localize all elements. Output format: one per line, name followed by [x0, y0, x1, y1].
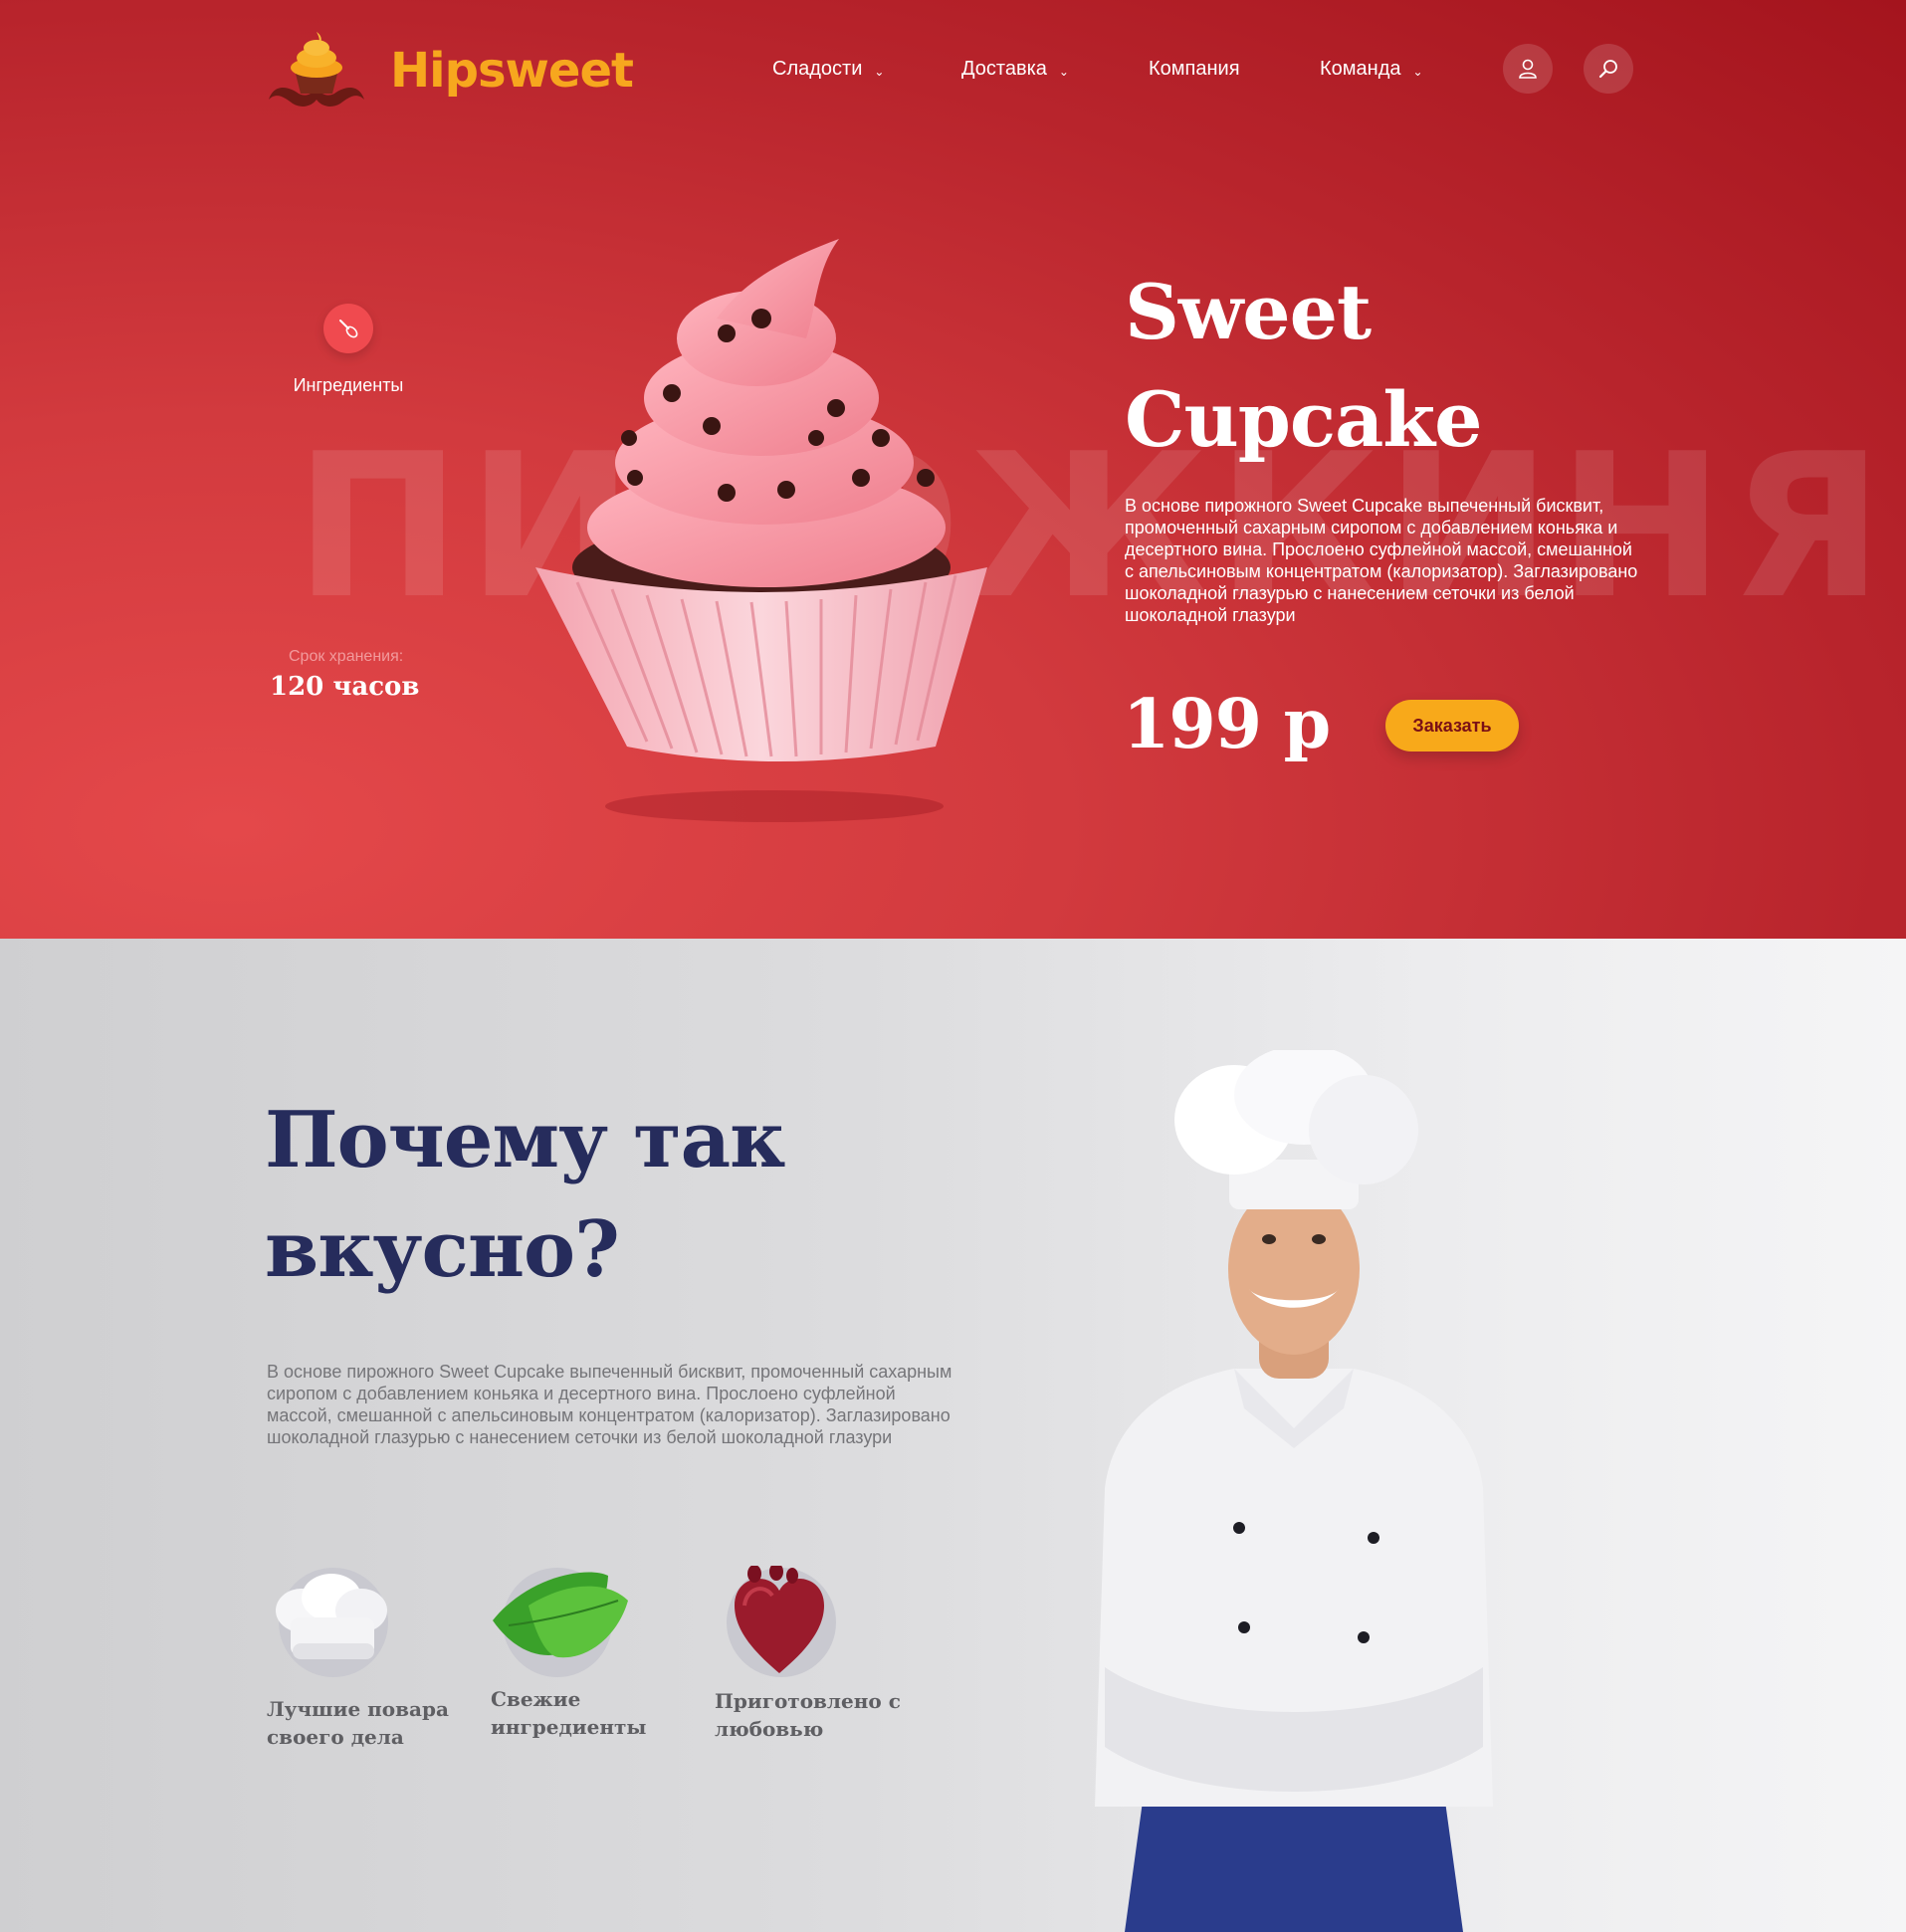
why-section: Почему так вкусно? В основе пирожного Sw… [0, 939, 1906, 1932]
product-description: В основе пирожного Sweet Cupcake выпечен… [1125, 496, 1638, 625]
brand-logo[interactable]: Hipsweet [265, 26, 634, 115]
why-description: В основе пирожного Sweet Cupcake выпечен… [267, 1362, 953, 1447]
search-button[interactable] [1584, 44, 1633, 94]
search-icon [1598, 60, 1617, 79]
chevron-down-icon: ⌄ [1058, 64, 1069, 79]
shelf-life: Срок хранения: 120 часов [270, 648, 419, 702]
why-title-line2: вкусно? [265, 1204, 620, 1295]
nav-item-label: Команда [1320, 58, 1401, 80]
feature-label: Свежие ингредиенты [491, 1685, 690, 1741]
whisk-icon [323, 304, 373, 353]
ingredients-label: Ингредиенты [293, 375, 404, 395]
feature-best-chefs: Лучшие повара своего дела [267, 1566, 466, 1751]
account-button[interactable] [1503, 44, 1553, 94]
nav-item-label: Сладости [772, 58, 863, 80]
feature-made-with-love: Приготовлено с любовью [715, 1566, 914, 1743]
nav-item-company[interactable]: Компания [1149, 58, 1320, 81]
feature-fresh-ingredients: Свежие ингредиенты [491, 1566, 690, 1741]
nav-item-delivery[interactable]: Доставка ⌄ [961, 58, 1149, 81]
brand-name: Hipsweet [390, 43, 634, 99]
main-nav: Сладости ⌄ Доставка ⌄ Компания Команда ⌄ [772, 58, 1459, 81]
nav-item-label: Доставка [961, 58, 1047, 80]
order-button[interactable]: Заказать [1385, 700, 1519, 751]
product-price: 199 р [1123, 685, 1331, 764]
feature-label: Приготовлено с любовью [715, 1687, 914, 1743]
cupcake-mustache-icon [265, 28, 368, 113]
ingredients-button[interactable]: Ингредиенты [293, 304, 404, 396]
feature-label-line2: ингредиенты [491, 1715, 647, 1739]
hero-section: ПИРОЖКИНЯ Hipsweet Сладости ⌄ Доставка ⌄… [0, 0, 1906, 939]
product-title-line1: Sweet [1125, 268, 1372, 356]
chevron-down-icon: ⌄ [1412, 64, 1423, 79]
product-title: Sweet Cupcake [1125, 259, 1482, 474]
nav-item-team[interactable]: Команда ⌄ [1320, 58, 1459, 81]
product-title-line2: Cupcake [1125, 375, 1482, 464]
leaf-icon [491, 1566, 628, 1683]
cupcake-image [518, 239, 1005, 836]
feature-label-line2: любовью [715, 1717, 824, 1741]
shelf-life-value: 120 часов [270, 672, 420, 702]
why-title: Почему так вкусно? [265, 1086, 785, 1305]
chevron-down-icon: ⌄ [874, 64, 885, 79]
heart-icon [715, 1566, 836, 1683]
chef-hat-icon [267, 1566, 388, 1683]
shelf-life-label: Срок хранения: [289, 648, 404, 665]
feature-label-line1: Свежие [491, 1687, 581, 1711]
why-title-line1: Почему так [265, 1095, 785, 1185]
chef-image [1045, 1045, 1543, 1932]
feature-label-line1: Приготовлено с [715, 1689, 901, 1713]
nav-item-sweets[interactable]: Сладости ⌄ [772, 58, 961, 81]
user-icon [1519, 59, 1537, 79]
nav-item-label: Компания [1149, 58, 1240, 80]
feature-label: Лучшие повара своего дела [267, 1695, 466, 1751]
feature-label-line1: Лучшие повара [267, 1697, 449, 1721]
feature-label-line2: своего дела [267, 1725, 404, 1749]
